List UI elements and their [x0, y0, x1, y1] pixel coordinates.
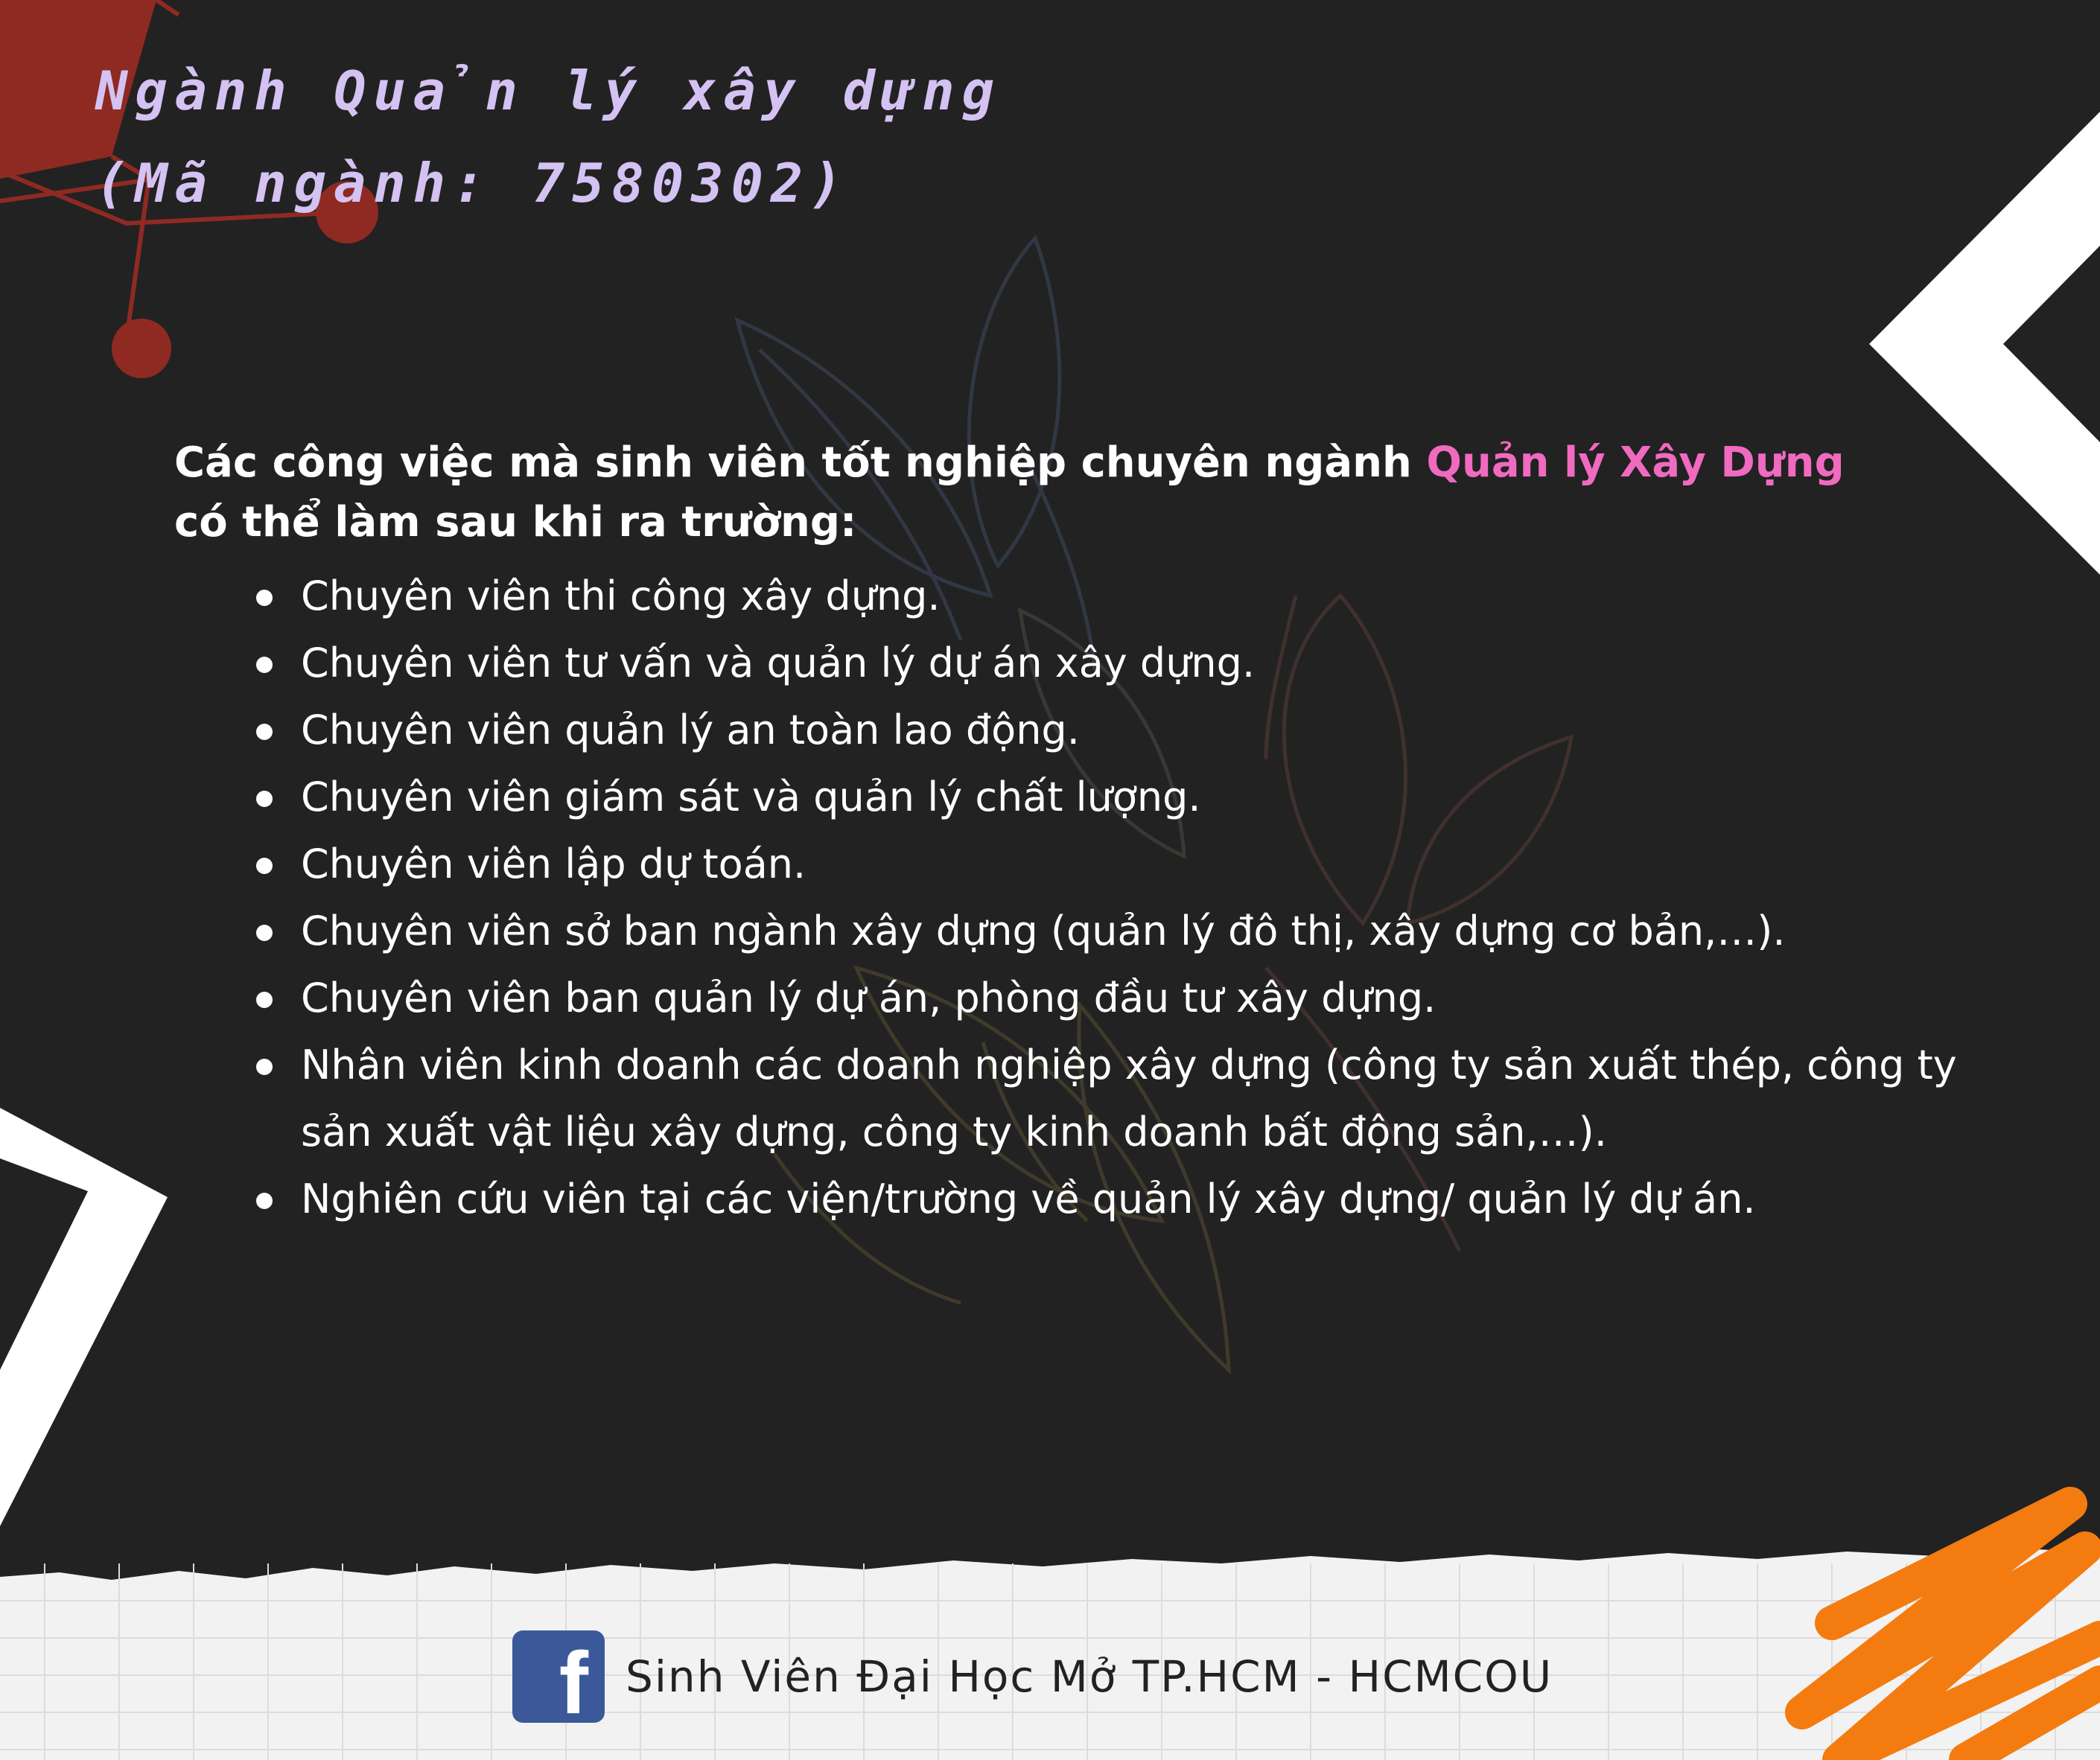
- poster: Ngành Quản lý xây dựng (Mã ngành: 758030…: [0, 0, 2100, 1760]
- footer-text[interactable]: Sinh Viên Đại Học Mở TP.HCM - HCMCOU: [626, 1651, 1553, 1702]
- job-text: Nhân viên kinh doanh các doanh nghiệp xâ…: [301, 1042, 1957, 1155]
- bullet-icon: [256, 1059, 273, 1075]
- chevron-left-decoration: [0, 1108, 168, 1526]
- job-text: Chuyên viên quản lý an toàn lao động.: [301, 707, 1080, 753]
- list-item: Chuyên viên ban quản lý dự án, phòng đầu…: [174, 965, 1976, 1032]
- title-line-code: (Mã ngành: 7580302): [95, 152, 850, 214]
- bullet-icon: [256, 724, 273, 740]
- bullet-icon: [256, 791, 273, 807]
- intro-text: Các công việc mà sinh viên tốt nghiệp ch…: [174, 439, 1427, 487]
- bullet-icon: [256, 590, 273, 606]
- title-line-major: Ngành Quản lý xây dựng: [95, 60, 1002, 122]
- page-title: Ngành Quản lý xây dựng (Mã ngành: 758030…: [95, 45, 1002, 229]
- list-item: Chuyên viên quản lý an toàn lao động.: [174, 697, 1976, 764]
- list-item: Nhân viên kinh doanh các doanh nghiệp xâ…: [174, 1032, 1976, 1166]
- bullet-icon: [256, 992, 273, 1008]
- facebook-icon[interactable]: f: [512, 1630, 605, 1727]
- job-text: Chuyên viên ban quản lý dự án, phòng đầu…: [301, 975, 1436, 1021]
- job-text: Chuyên viên tư vấn và quản lý dự án xây …: [301, 640, 1256, 686]
- job-text: Nghiên cứu viên tại các viện/trường về q…: [301, 1176, 1756, 1222]
- list-item: Chuyên viên tư vấn và quản lý dự án xây …: [174, 630, 1976, 697]
- job-text: Chuyên viên sở ban ngành xây dựng (quản …: [301, 908, 1786, 954]
- bullet-icon: [256, 925, 273, 941]
- intro-highlight: Quản lý Xây Dựng: [1426, 439, 1845, 487]
- list-item: Chuyên viên sở ban ngành xây dựng (quản …: [174, 898, 1976, 965]
- job-text: Chuyên viên lập dự toán.: [301, 841, 806, 887]
- list-item: Chuyên viên thi công xây dựng.: [174, 563, 1976, 630]
- list-item: Chuyên viên lập dự toán.: [174, 831, 1976, 898]
- job-text: Chuyên viên thi công xây dựng.: [301, 573, 941, 619]
- bullet-icon: [256, 657, 273, 673]
- list-item: Nghiên cứu viên tại các viện/trường về q…: [174, 1166, 1976, 1233]
- bullet-icon: [256, 858, 273, 874]
- job-list: Chuyên viên thi công xây dựng. Chuyên vi…: [174, 563, 1976, 1233]
- intro-paragraph: Các công việc mà sinh viên tốt nghiệp ch…: [174, 433, 1976, 552]
- bullet-icon: [256, 1193, 273, 1209]
- intro-text-end: có thể làm sau khi ra trường:: [174, 498, 857, 546]
- job-text: Chuyên viên giám sát và quản lý chất lượ…: [301, 774, 1201, 820]
- footer-credit[interactable]: f Sinh Viên Đại Học Mở TP.HCM - HCMCOU: [512, 1630, 1553, 1727]
- list-item: Chuyên viên giám sát và quản lý chất lượ…: [174, 764, 1976, 831]
